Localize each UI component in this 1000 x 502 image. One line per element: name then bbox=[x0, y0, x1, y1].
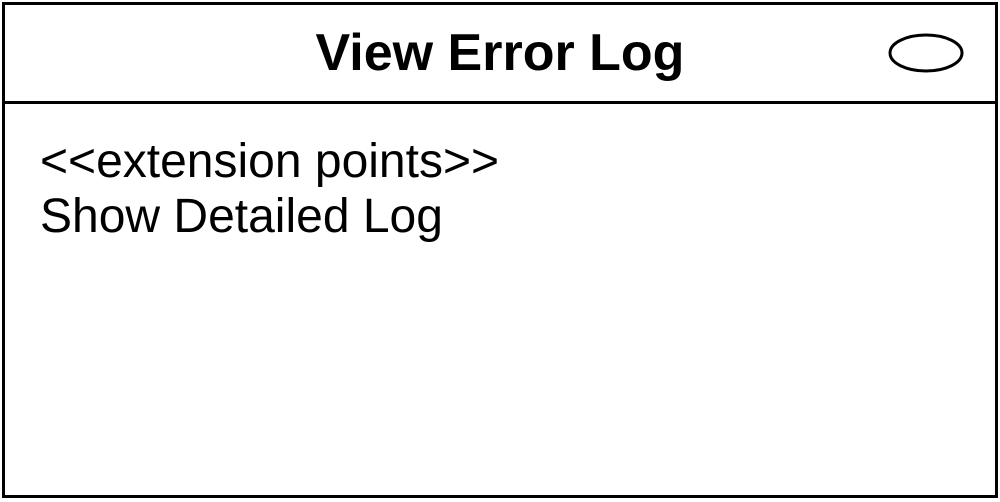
extension-points-stereotype: <<extension points>> bbox=[40, 134, 960, 189]
use-case-box: View Error Log <<extension points>> Show… bbox=[2, 2, 998, 498]
use-case-ellipse-icon bbox=[887, 32, 965, 74]
extension-point-label: Show Detailed Log bbox=[40, 189, 960, 244]
use-case-title: View Error Log bbox=[316, 23, 685, 83]
use-case-header: View Error Log bbox=[5, 5, 995, 104]
use-case-body: <<extension points>> Show Detailed Log bbox=[5, 104, 995, 495]
